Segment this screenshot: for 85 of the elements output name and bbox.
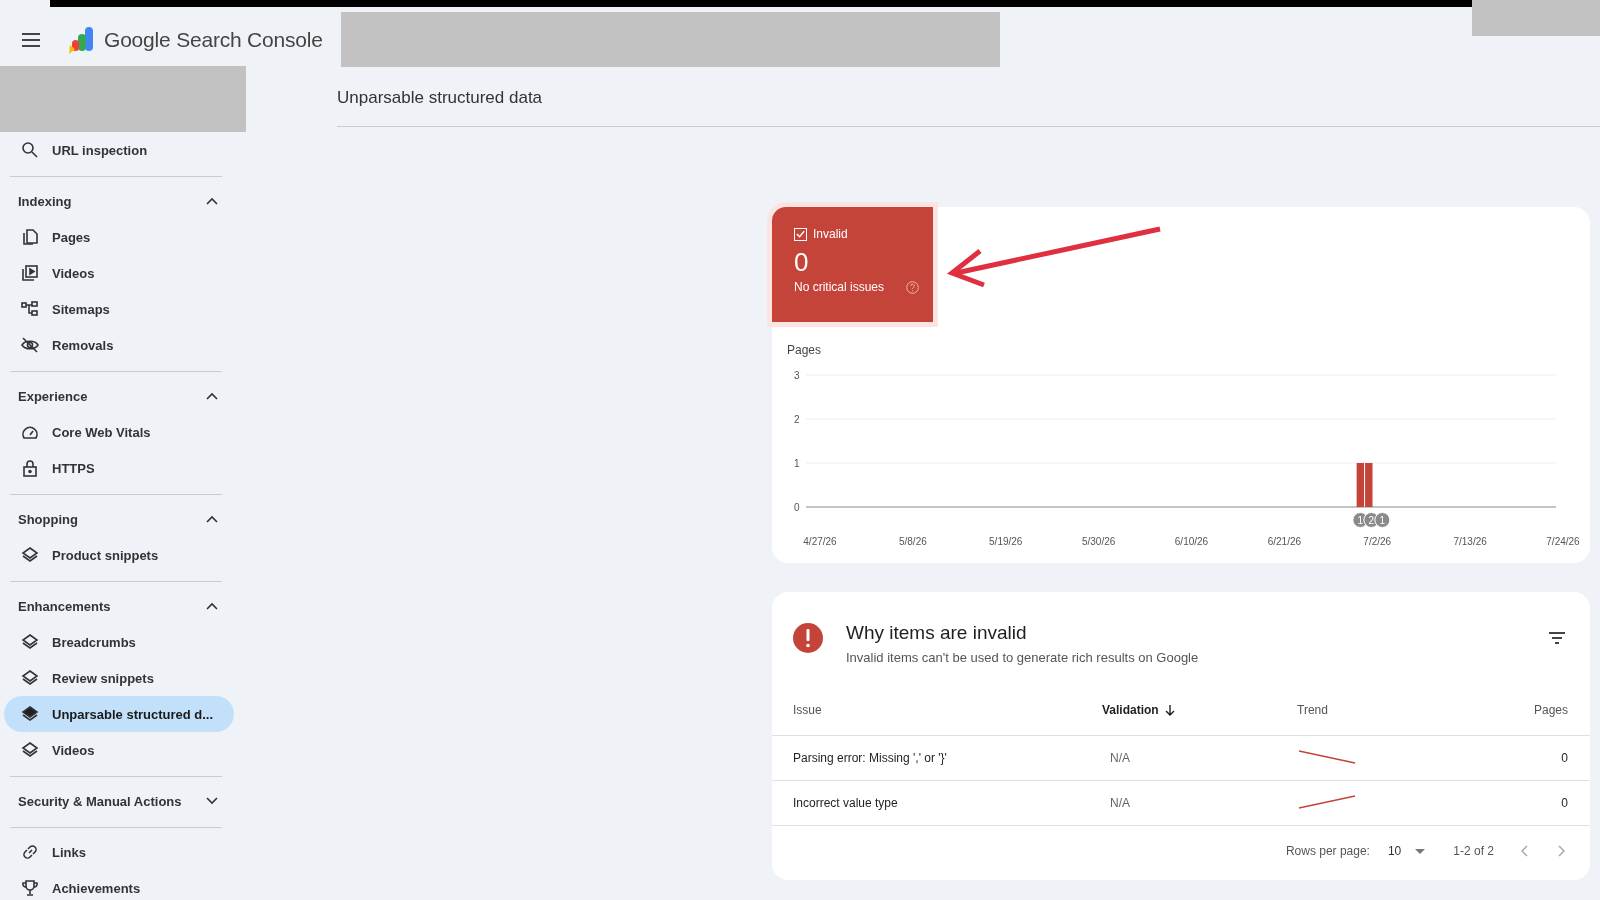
- table-cell: N/A: [1110, 751, 1130, 765]
- video-icon: [21, 264, 39, 282]
- tile-count: 0: [794, 247, 810, 278]
- sidebar-item[interactable]: Pages: [4, 219, 234, 255]
- table-cell: Incorrect value type: [793, 796, 898, 810]
- link-icon: [21, 843, 39, 861]
- tick-label: 2: [794, 414, 800, 425]
- layers-icon: [21, 741, 39, 759]
- section-header[interactable]: Experience: [0, 378, 246, 414]
- tick-label: 1: [794, 458, 800, 469]
- chevron-icon: [206, 515, 218, 523]
- tick-label: 3: [794, 370, 800, 381]
- sidebar-item[interactable]: Sitemaps: [4, 291, 234, 327]
- section-subtitle: Invalid items can't be used to generate rich results on Google: [846, 650, 1200, 665]
- sidebar-item[interactable]: Videos: [4, 255, 234, 291]
- sidebar-item[interactable]: Videos: [4, 732, 234, 768]
- checkbox[interactable]: [794, 227, 807, 241]
- tick-label: 7/2/26: [1363, 536, 1392, 547]
- chevron-icon: [206, 797, 218, 805]
- menu-icon: [22, 33, 40, 47]
- dropdown-caret-icon: [1415, 848, 1426, 854]
- sidebar-item[interactable]: Removals: [4, 327, 234, 363]
- sidebar-item[interactable]: Core Web Vitals: [4, 414, 234, 450]
- error-icon: [792, 622, 824, 654]
- column-header[interactable]: Pages: [1447, 703, 1568, 717]
- sidebar-item[interactable]: Achievements: [4, 870, 234, 900]
- sidebar-item[interactable]: Product snippets: [4, 537, 234, 573]
- layers-icon: [21, 705, 39, 723]
- sidebar-item[interactable]: Review snippets: [4, 660, 234, 696]
- layers-icon: [21, 633, 39, 651]
- column-header[interactable]: Issue: [793, 703, 1102, 717]
- page-title: Unparsable structured data: [337, 66, 1600, 127]
- tick-label: 7/24/26: [1546, 536, 1580, 547]
- bar[interactable]: [1356, 463, 1365, 507]
- section-header[interactable]: Shopping: [0, 501, 246, 537]
- tick-label: 4/27/26: [803, 536, 837, 547]
- sidebar-item[interactable]: Links: [4, 834, 234, 870]
- rows-per-page-select[interactable]: 10: [1387, 844, 1426, 858]
- axis-title: Pages: [787, 343, 823, 357]
- tick-label: 5/30/26: [1081, 536, 1116, 547]
- bar[interactable]: [1365, 463, 1373, 507]
- table-cell: 0: [1561, 751, 1568, 765]
- tick-label: 6/10/26: [1174, 536, 1209, 547]
- tick-label: 7/13/26: [1453, 536, 1487, 547]
- pages-icon: [21, 228, 39, 246]
- search-icon: [21, 141, 39, 159]
- app-title: Google Search Console: [104, 28, 323, 52]
- chevron-right-icon: [1558, 845, 1566, 857]
- section-header[interactable]: Enhancements: [0, 588, 246, 624]
- chevron-icon: [206, 602, 218, 610]
- filter-icon: [1548, 632, 1566, 644]
- section-header[interactable]: Security & Manual Actions: [0, 783, 246, 819]
- tick-label: 0: [794, 502, 800, 513]
- tick-label: 5/19/26: [989, 536, 1023, 547]
- tick-label: 5/8/26: [898, 536, 927, 547]
- section-header[interactable]: Indexing: [0, 183, 246, 219]
- section-title: Why items are invalid: [846, 622, 1028, 644]
- column-header[interactable]: Trend: [1297, 703, 1447, 717]
- table-cell: N/A: [1110, 796, 1130, 810]
- chevron-icon: [206, 392, 218, 400]
- sidebar-item[interactable]: Unparsable structured d...: [4, 696, 234, 732]
- tile-note: No critical issues: [794, 280, 885, 294]
- sitemap-icon: [21, 300, 39, 318]
- hidden-eye-icon: [21, 336, 39, 354]
- sidebar-item[interactable]: Breadcrumbs: [4, 624, 234, 660]
- tile-label: Invalid: [813, 227, 848, 241]
- sidebar-item[interactable]: URL inspection: [4, 132, 234, 168]
- page-range: 1-2 of 2: [1453, 844, 1494, 858]
- layers-icon: [21, 546, 39, 564]
- table-cell: 0: [1561, 796, 1568, 810]
- logo-icon: [66, 25, 96, 55]
- tick-label: 6/21/26: [1267, 536, 1302, 547]
- rows-per-page-label: Rows per page:: [1285, 844, 1370, 858]
- column-header[interactable]: Validation: [1102, 703, 1297, 717]
- lock-icon: [21, 459, 39, 477]
- sort-arrow-icon: [1164, 704, 1175, 716]
- table-row[interactable]: Incorrect value type N/A 0: [772, 781, 1590, 826]
- table-row[interactable]: Parsing error: Missing ',' or '}' N/A 0: [772, 736, 1590, 781]
- table-cell: Parsing error: Missing ',' or '}': [793, 751, 947, 765]
- layers-icon: [21, 669, 39, 687]
- sidebar-item[interactable]: HTTPS: [4, 450, 234, 486]
- trophy-icon: [21, 879, 39, 897]
- chevron-icon: [206, 197, 218, 205]
- help-icon[interactable]: [906, 281, 919, 294]
- chevron-left-icon: [1520, 845, 1528, 857]
